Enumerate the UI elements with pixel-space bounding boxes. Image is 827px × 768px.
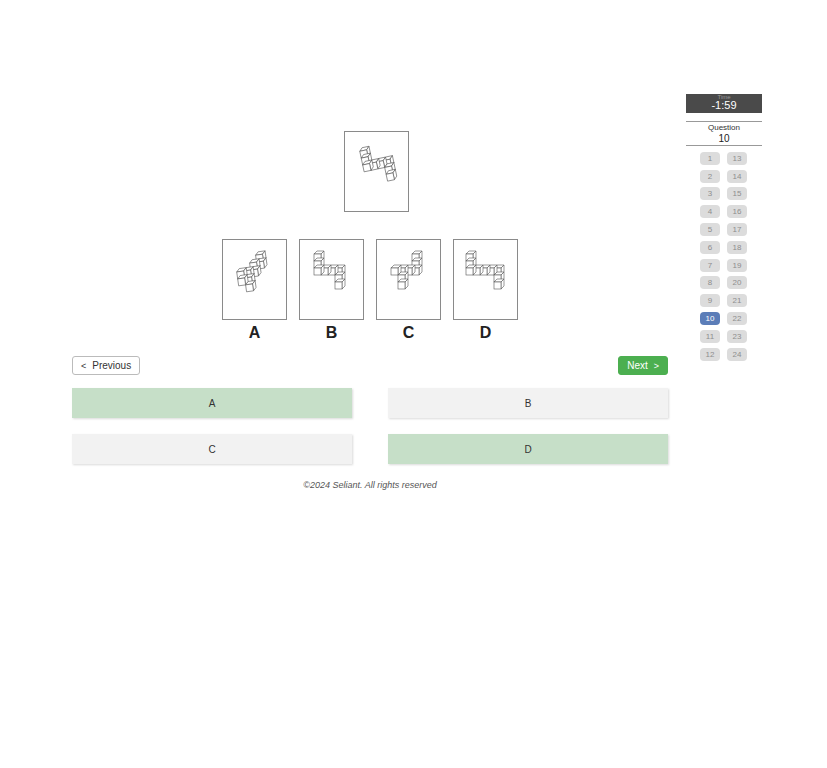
question-nav-item[interactable]: 22 [727,312,747,325]
question-label: Question [708,124,740,133]
option-label: B [326,324,338,342]
cube-figure-icon [300,239,363,320]
question-nav-item[interactable]: 15 [727,187,747,200]
option-label: D [480,324,492,342]
answer-button[interactable]: B [388,388,668,418]
question-nav-item[interactable]: 10 [700,312,720,325]
figure-option: C [376,239,441,342]
question-nav-item[interactable]: 8 [700,276,720,289]
option-figure [299,239,364,320]
test-page: A B C D <Previous Next> A B C D ©2024 Seliant. All… [0,0,827,768]
option-figure [453,239,518,320]
timer-value: -1:59 [711,100,736,111]
question-nav-item[interactable]: 1 [700,152,720,165]
option-figure [376,239,441,320]
question-figure [344,131,409,212]
question-nav-item[interactable]: 9 [700,294,720,307]
nav-row: <Previous Next> [72,356,668,375]
question-nav-item[interactable]: 14 [727,170,747,183]
question-nav-item[interactable]: 13 [727,152,747,165]
question-nav-item[interactable]: 12 [700,348,720,361]
footer: ©2024 Seliant. All rights reserved [303,480,436,490]
question-nav-item[interactable]: 20 [727,276,747,289]
cube-figure-icon [345,131,408,212]
figure-option: D [453,239,518,342]
cube-figure-icon [223,239,286,320]
answer-grid: A B C D [72,388,668,464]
question-nav-item[interactable]: 21 [727,294,747,307]
timer: Time-1:59 [686,94,762,113]
question-nav-item[interactable]: 2 [700,170,720,183]
previous-button[interactable]: <Previous [72,356,140,375]
figure-options: A B C D [222,239,518,342]
question-nav-item[interactable]: 11 [700,330,720,343]
figure-option: A [222,239,287,342]
question-nav-item[interactable]: 24 [727,348,747,361]
next-chevron-icon: > [654,361,659,371]
question-nav-item[interactable]: 17 [727,223,747,236]
previous-chevron-icon: < [81,361,86,371]
question-nav-item[interactable]: 7 [700,259,720,272]
answer-button[interactable]: D [388,434,668,464]
question-nav-item[interactable]: 6 [700,241,720,254]
question-area: A B C D <Previous Next> A B C D ©2024 Seliant. All… [72,0,668,490]
answer-button[interactable]: A [72,388,352,418]
sidebar: Time-1:59Question10123456789101112131415… [686,0,762,361]
question-number: 10 [718,133,729,144]
figure-option: B [299,239,364,342]
question-counter: Question10 [686,121,762,146]
option-label: A [249,324,261,342]
question-nav-item[interactable]: 19 [727,259,747,272]
question-nav-item[interactable]: 3 [700,187,720,200]
cube-figure-icon [377,239,440,320]
option-figure [222,239,287,320]
cube-figure-icon [454,239,517,320]
question-nav: 123456789101112131415161718192021222324 [700,152,762,361]
option-label: C [403,324,415,342]
question-nav-item[interactable]: 5 [700,223,720,236]
answer-button[interactable]: C [72,434,352,464]
question-nav-item[interactable]: 16 [727,205,747,218]
next-button[interactable]: Next> [618,356,668,375]
question-nav-item[interactable]: 4 [700,205,720,218]
question-nav-item[interactable]: 23 [727,330,747,343]
question-nav-item[interactable]: 18 [727,241,747,254]
